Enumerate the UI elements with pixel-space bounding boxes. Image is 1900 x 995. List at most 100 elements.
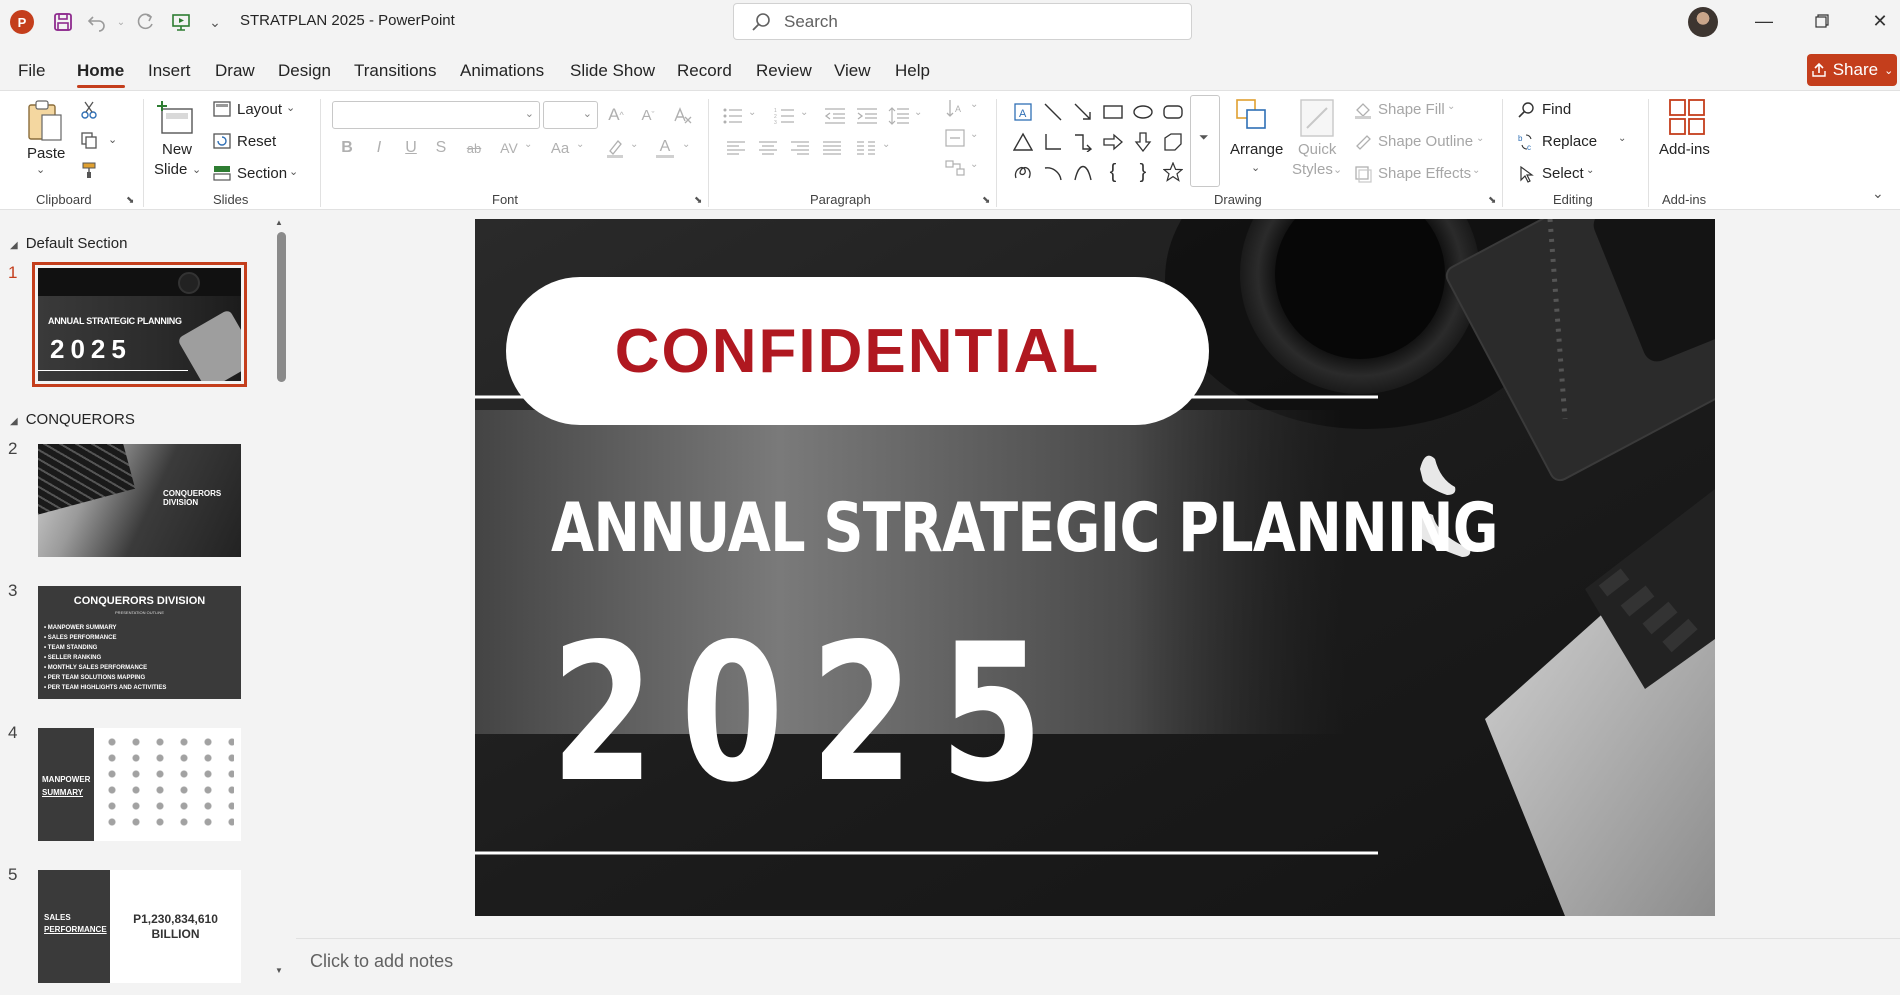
- close-icon[interactable]: ✕: [1851, 4, 1900, 38]
- collapse-triangle-icon[interactable]: ◢: [10, 240, 18, 251]
- add-ins-label[interactable]: Add-ins: [1659, 141, 1710, 158]
- redo-icon[interactable]: [132, 9, 158, 35]
- undo-icon[interactable]: [84, 9, 110, 35]
- arc-shape-icon[interactable]: [1040, 159, 1066, 185]
- bullets-icon[interactable]: [720, 105, 746, 127]
- replace-label[interactable]: Replace: [1542, 133, 1597, 150]
- notes-pane[interactable]: Click to add notes: [296, 938, 1900, 984]
- tab-file[interactable]: File: [18, 61, 45, 81]
- replace-icon[interactable]: bc: [1516, 131, 1538, 153]
- restore-icon[interactable]: [1793, 4, 1851, 38]
- tab-home[interactable]: Home: [77, 61, 124, 81]
- chevron-down-icon[interactable]: ⌄: [882, 139, 890, 150]
- present-from-beginning-icon[interactable]: [168, 9, 194, 35]
- paste-chevron-icon[interactable]: ⌄: [36, 163, 45, 176]
- share-button[interactable]: Share ⌄: [1807, 54, 1897, 86]
- italic-icon[interactable]: I: [368, 135, 390, 161]
- arrange-label[interactable]: Arrange: [1230, 141, 1283, 158]
- new-slide-icon[interactable]: [156, 99, 196, 139]
- paragraph-launcher-icon[interactable]: ⬊: [982, 195, 990, 206]
- tab-transitions[interactable]: Transitions: [354, 61, 437, 81]
- format-painter-icon[interactable]: [78, 159, 100, 181]
- tab-record[interactable]: Record: [677, 61, 732, 81]
- slide-thumbnail-3[interactable]: CONQUERORS DIVISION PRESENTATION OUTLINE…: [38, 586, 241, 699]
- font-launcher-icon[interactable]: ⬊: [694, 195, 702, 206]
- decrease-indent-icon[interactable]: [822, 105, 848, 127]
- shape-effects-label[interactable]: Shape Effects: [1378, 165, 1471, 182]
- scroll-down-icon[interactable]: ▼: [275, 966, 283, 975]
- tab-slide-show[interactable]: Slide Show: [570, 61, 655, 81]
- select-chevron-icon[interactable]: ⌄: [1586, 165, 1594, 176]
- columns-icon[interactable]: [854, 137, 878, 159]
- strikethrough-icon[interactable]: ab: [462, 135, 486, 161]
- section-chevron-icon[interactable]: ⌄: [289, 165, 298, 178]
- slide-thumbnail-4[interactable]: MANPOWER SUMMARY: [38, 728, 241, 841]
- star-shape-icon[interactable]: [1160, 159, 1186, 185]
- align-text-icon[interactable]: [942, 127, 968, 149]
- rounded-rectangle-shape-icon[interactable]: [1160, 99, 1186, 125]
- arrange-icon[interactable]: [1234, 97, 1274, 137]
- increase-indent-icon[interactable]: [854, 105, 880, 127]
- chevron-down-icon[interactable]: ⌄: [1447, 101, 1455, 112]
- scroll-up-icon[interactable]: ▲: [275, 218, 283, 227]
- section-header-default[interactable]: ◢ Default Section: [10, 235, 127, 252]
- bold-icon[interactable]: B: [336, 135, 358, 161]
- select-icon[interactable]: [1516, 163, 1538, 185]
- paste-label[interactable]: Paste: [27, 145, 65, 162]
- curve-shape-icon[interactable]: [1070, 159, 1096, 185]
- justify-icon[interactable]: [820, 137, 844, 159]
- down-arrow-shape-icon[interactable]: [1130, 129, 1156, 155]
- quick-styles-label-2[interactable]: Styles: [1292, 161, 1333, 178]
- scrollbar-thumb[interactable]: [277, 232, 286, 382]
- text-direction-icon[interactable]: A: [942, 97, 968, 119]
- tab-view[interactable]: View: [834, 61, 871, 81]
- arrow-line-shape-icon[interactable]: [1070, 99, 1096, 125]
- text-box-shape-icon[interactable]: A: [1010, 99, 1036, 125]
- highlight-icon[interactable]: [602, 135, 628, 161]
- customize-toolbar-icon[interactable]: ⌄: [202, 9, 228, 35]
- replace-chevron-icon[interactable]: ⌄: [1618, 133, 1626, 144]
- underline-icon[interactable]: U: [400, 135, 422, 161]
- layout-label[interactable]: Layout: [237, 101, 282, 118]
- slide-thumbnail-2[interactable]: CONQUERORS DIVISION: [38, 444, 241, 557]
- font-name-dropdown[interactable]: ⌄: [332, 101, 540, 129]
- elbow-arrow-shape-icon[interactable]: [1070, 129, 1096, 155]
- arrange-chevron-icon[interactable]: ⌄: [1251, 161, 1260, 174]
- paste-icon[interactable]: [26, 99, 64, 143]
- quick-styles-label-1[interactable]: Quick: [1298, 141, 1336, 158]
- chevron-down-icon[interactable]: ⌄: [524, 139, 532, 150]
- numbering-icon[interactable]: 123: [772, 105, 798, 127]
- shape-outline-label[interactable]: Shape Outline: [1378, 133, 1473, 150]
- scribble-shape-icon[interactable]: [1010, 159, 1036, 185]
- tab-help[interactable]: Help: [895, 61, 930, 81]
- character-spacing-icon[interactable]: AV: [494, 135, 524, 161]
- save-icon[interactable]: [50, 9, 76, 35]
- shape-fill-label[interactable]: Shape Fill: [1378, 101, 1445, 118]
- slide-thumbnail-5[interactable]: SALES PERFORMANCE P1,230,834,610 BILLION: [38, 870, 241, 983]
- search-box[interactable]: Search: [733, 3, 1192, 40]
- chevron-down-icon[interactable]: ⌄: [970, 129, 978, 140]
- quick-styles-icon[interactable]: [1296, 97, 1338, 139]
- shape-fill-icon[interactable]: [1352, 99, 1374, 121]
- section-header-conquerors[interactable]: ◢ CONQUERORS: [10, 411, 135, 428]
- align-left-icon[interactable]: [724, 137, 748, 159]
- minimize-icon[interactable]: —: [1735, 4, 1793, 38]
- font-color-icon[interactable]: A: [652, 135, 678, 161]
- find-label[interactable]: Find: [1542, 101, 1571, 118]
- collapse-ribbon-icon[interactable]: ⌄: [1872, 185, 1884, 202]
- layout-chevron-icon[interactable]: ⌄: [286, 101, 295, 114]
- chevron-down-icon[interactable]: ⌄: [748, 107, 756, 118]
- increase-font-size-icon[interactable]: A ^: [604, 103, 628, 127]
- user-avatar[interactable]: [1688, 7, 1718, 37]
- chevron-down-icon[interactable]: ⌄: [576, 139, 584, 150]
- drawing-launcher-icon[interactable]: ⬊: [1488, 195, 1496, 206]
- collapse-triangle-icon[interactable]: ◢: [10, 416, 18, 427]
- chevron-down-icon[interactable]: ⌄: [1472, 165, 1480, 176]
- chevron-down-icon[interactable]: ⌄: [970, 99, 978, 110]
- chevron-down-icon[interactable]: ⌄: [914, 107, 922, 118]
- clear-formatting-icon[interactable]: [670, 103, 694, 127]
- left-brace-shape-icon[interactable]: {: [1100, 159, 1126, 185]
- section-label[interactable]: Section: [237, 165, 287, 182]
- font-size-dropdown[interactable]: ⌄: [543, 101, 598, 129]
- layout-icon[interactable]: [212, 99, 232, 119]
